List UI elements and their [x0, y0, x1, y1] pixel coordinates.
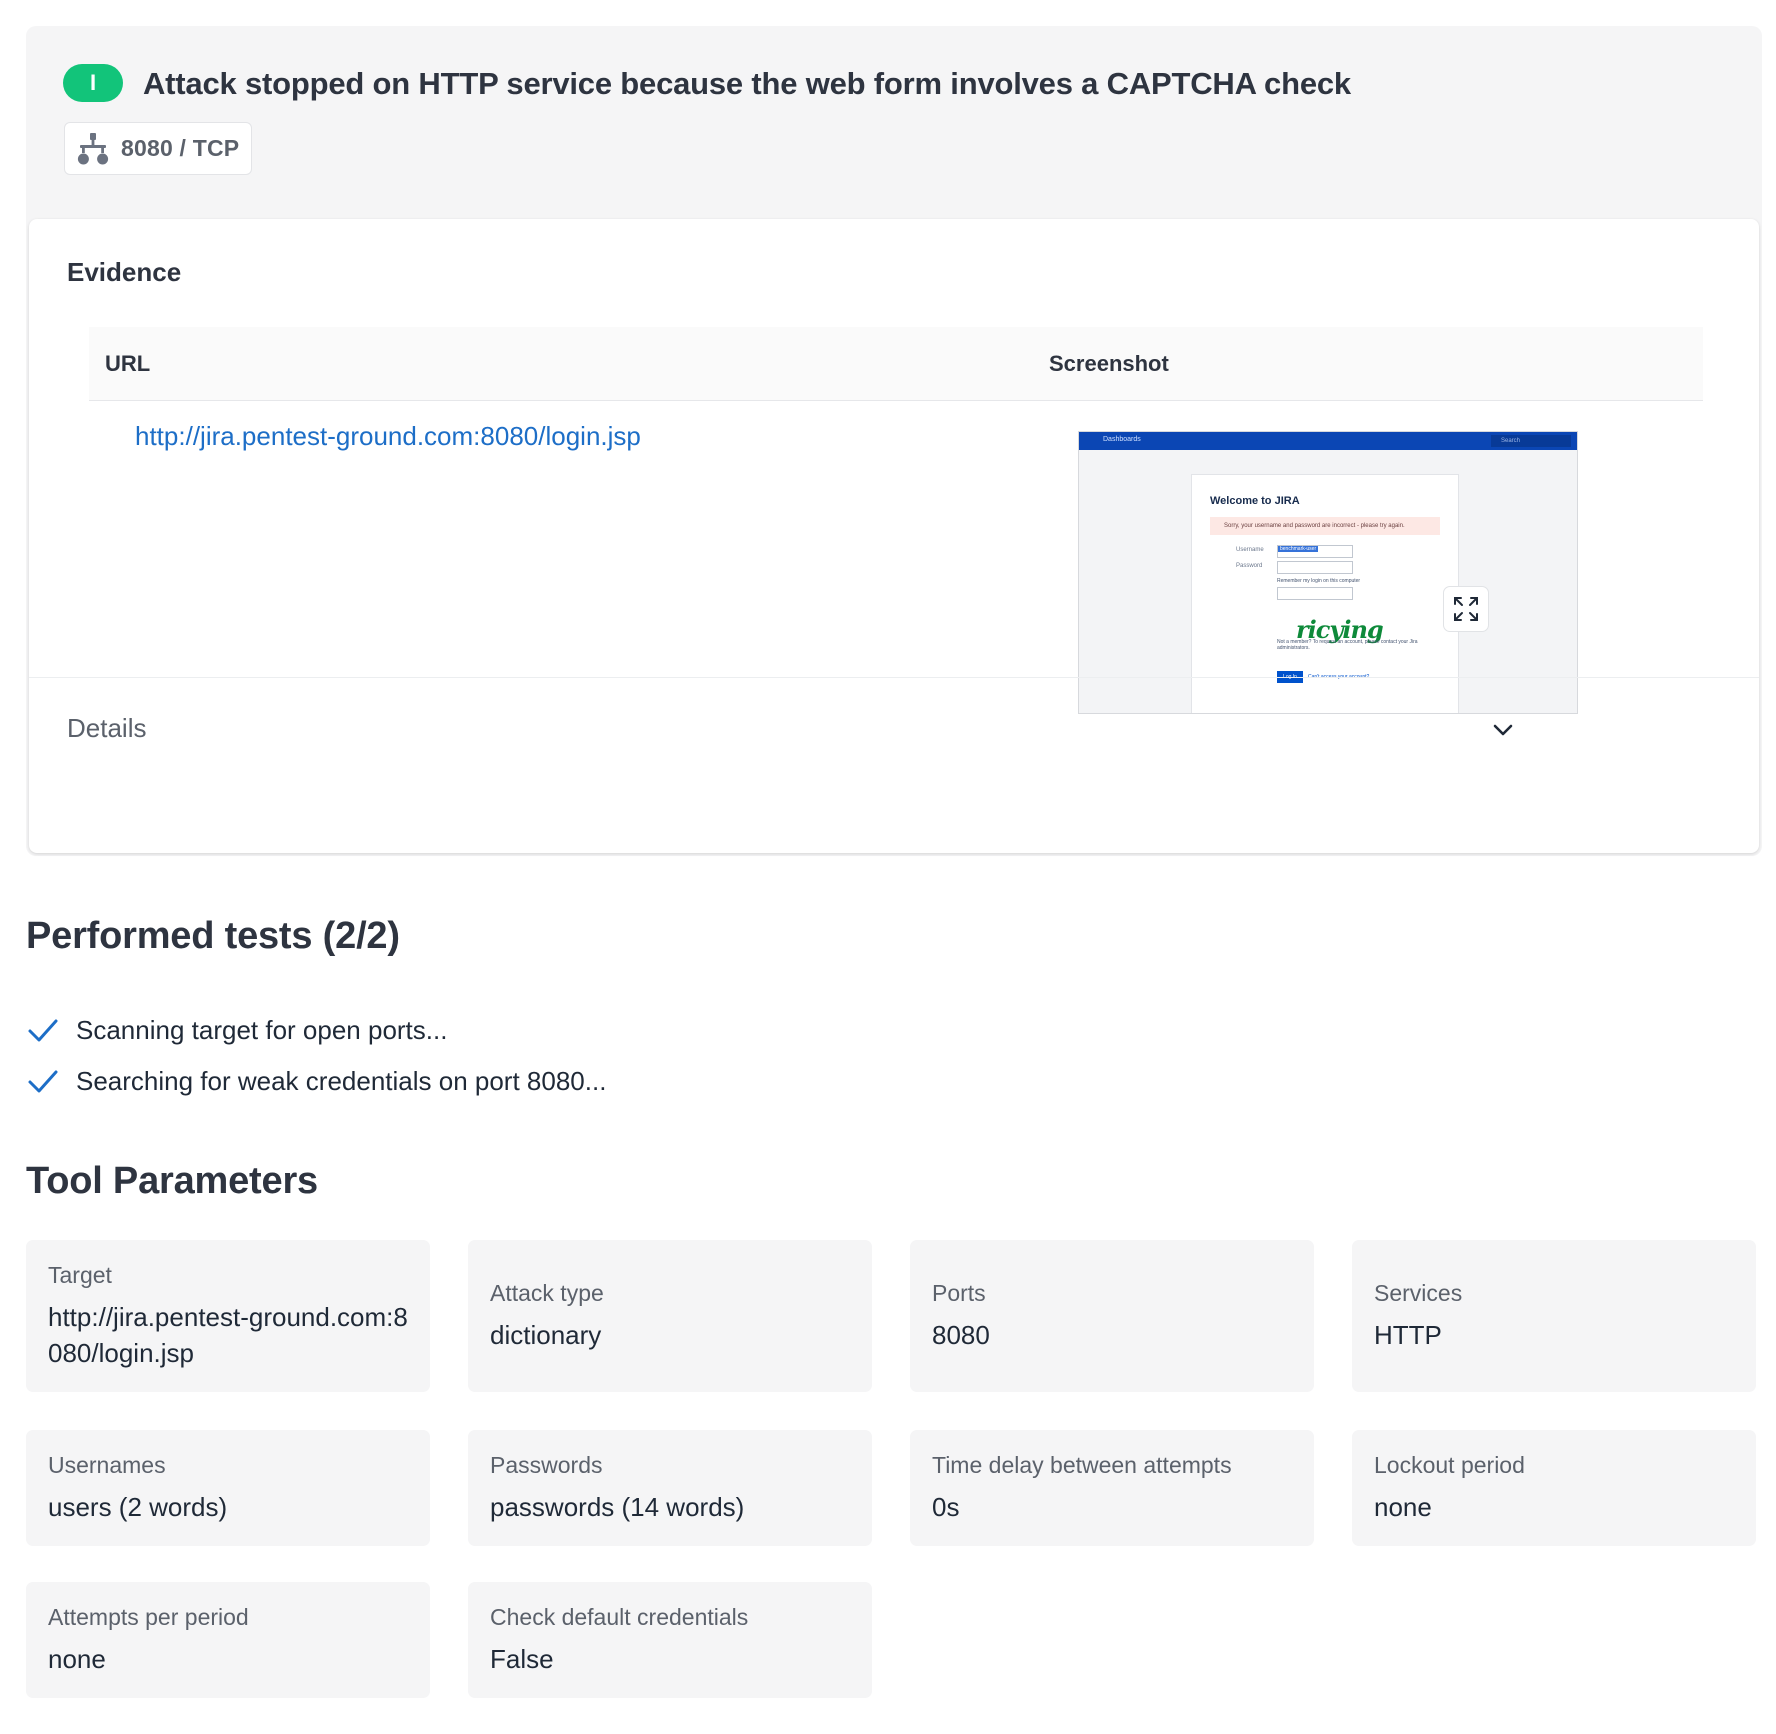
param-attempts-per-period: Attempts per period none — [26, 1582, 430, 1698]
evidence-divider — [29, 677, 1759, 678]
param-value: users (2 words) — [48, 1491, 228, 1522]
screenshot-password-label: Password — [1236, 563, 1263, 569]
param-label: Services — [1374, 1279, 1463, 1306]
param-label: Time delay between attempts — [932, 1451, 1232, 1478]
param-value: False — [490, 1643, 554, 1674]
param-check-default-credentials: Check default credentials False — [468, 1582, 872, 1698]
expand-icon — [1454, 597, 1478, 621]
screenshot-welcome: Welcome to JIRA — [1210, 495, 1300, 507]
screenshot-login-card: Welcome to JIRA Sorry, your username and… — [1191, 474, 1459, 713]
screenshot-captcha-field — [1277, 587, 1353, 600]
param-value: none — [1374, 1491, 1432, 1522]
column-header-screenshot: Screenshot — [1049, 351, 1169, 376]
param-label: Attempts per period — [48, 1603, 249, 1630]
screenshot-username-value: benchmark-user — [1278, 546, 1319, 552]
param-value: none — [48, 1643, 106, 1674]
network-icon — [77, 132, 109, 164]
screenshot-remember: Remember my login on this computer — [1277, 578, 1361, 584]
chevron-down-icon[interactable] — [1489, 716, 1517, 744]
param-value: HTTP — [1374, 1319, 1442, 1350]
param-value: http://jira.pentest-ground.com:8080/logi… — [48, 1301, 408, 1368]
screenshot-password-field — [1277, 561, 1353, 574]
param-ports: Ports 8080 — [910, 1240, 1314, 1392]
screenshot-topbar: Dashboards Search — [1079, 432, 1577, 450]
param-passwords: Passwords passwords (14 words) — [468, 1430, 872, 1546]
param-value: 8080 — [932, 1319, 990, 1350]
check-icon — [28, 1070, 58, 1093]
param-lockout-period: Lockout period none — [1352, 1430, 1756, 1546]
port-chip-label: 8080 / TCP — [121, 135, 240, 161]
param-label: Ports — [932, 1279, 986, 1306]
param-label: Check default credentials — [490, 1603, 749, 1630]
expand-screenshot-button[interactable] — [1443, 586, 1489, 632]
param-usernames: Usernames users (2 words) — [26, 1430, 430, 1546]
param-value: passwords (14 words) — [490, 1491, 745, 1522]
screenshot-search: Search — [1491, 435, 1571, 447]
screenshot-username-label: Username — [1236, 547, 1264, 553]
performed-tests-heading: Performed tests (2/2) — [26, 915, 400, 957]
param-services: Services HTTP — [1352, 1240, 1756, 1392]
evidence-url-link[interactable]: http://jira.pentest-ground.com:8080/logi… — [135, 421, 641, 452]
screenshot-nav-label: Dashboards — [1103, 436, 1141, 443]
param-label: Attack type — [490, 1279, 604, 1306]
param-label: Target — [48, 1261, 112, 1288]
evidence-screenshot[interactable]: Dashboards Search Welcome to JIRA Sorry,… — [1078, 431, 1578, 714]
column-header-url: URL — [105, 351, 151, 376]
check-icon — [28, 1019, 58, 1042]
test-item-label: Scanning target for open ports... — [76, 1014, 448, 1045]
evidence-title: Evidence — [67, 257, 182, 287]
param-label: Lockout period — [1374, 1451, 1525, 1478]
evidence-panel: Evidence URL Screenshot http://jira.pent… — [29, 219, 1759, 853]
param-time-delay: Time delay between attempts 0s — [910, 1430, 1314, 1546]
evidence-table: URL Screenshot http://jira.pentest-groun… — [89, 327, 1703, 451]
param-target: Target http://jira.pentest-ground.com:80… — [26, 1240, 430, 1392]
param-value: 0s — [932, 1491, 960, 1522]
evidence-table-header: URL Screenshot — [89, 327, 1703, 401]
test-item: Searching for weak credentials on port 8… — [26, 1064, 606, 1098]
details-toggle-label[interactable]: Details — [67, 713, 146, 744]
param-label: Usernames — [48, 1451, 166, 1478]
screenshot-error: Sorry, your username and password are in… — [1210, 517, 1440, 535]
tool-parameters-heading: Tool Parameters — [26, 1160, 318, 1202]
param-attack-type: Attack type dictionary — [468, 1240, 872, 1392]
severity-badge: I — [63, 64, 123, 102]
test-item: Scanning target for open ports... — [26, 1013, 447, 1047]
param-value: dictionary — [490, 1319, 602, 1350]
port-chip: 8080 / TCP — [64, 122, 253, 175]
finding-card: I Attack stopped on HTTP service because… — [26, 26, 1762, 856]
param-label: Passwords — [490, 1451, 603, 1478]
test-item-label: Searching for weak credentials on port 8… — [76, 1065, 607, 1096]
screenshot-username-field: benchmark-user — [1277, 545, 1353, 558]
finding-title: Attack stopped on HTTP service because t… — [143, 66, 1351, 101]
screenshot-not-member: Not a member? To request an account, ple… — [1277, 639, 1418, 651]
